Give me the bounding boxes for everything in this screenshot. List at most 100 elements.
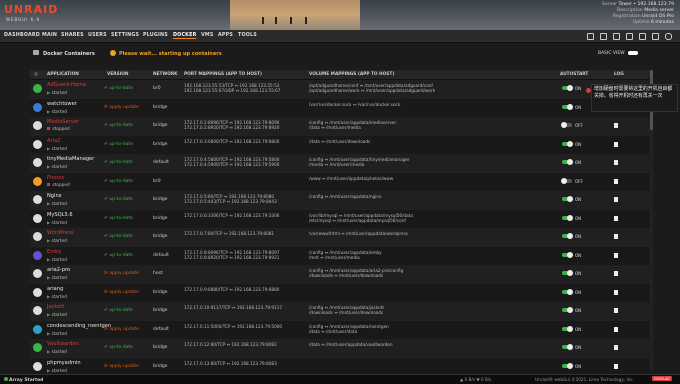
container-icon[interactable] — [33, 213, 42, 223]
info-icon[interactable] — [626, 33, 633, 40]
log-icon[interactable] — [614, 178, 618, 184]
container-name[interactable]: Aria2 — [47, 138, 60, 144]
container-name[interactable]: MySQL5.6 — [47, 212, 73, 218]
container-icon[interactable] — [33, 343, 42, 352]
version-status[interactable]: ⟳ apply update — [104, 105, 139, 110]
log-icon[interactable] — [614, 252, 618, 258]
table-row[interactable]: AdGuard-Home ▶ started ✔ up-to-date br0 192.… — [30, 80, 650, 99]
container-icon[interactable] — [33, 269, 42, 278]
unraid-logo[interactable]: UNRAID — [4, 3, 58, 16]
table-row[interactable]: Vaultwarden ▶ started ✔ up-to-date bridge 17… — [30, 339, 650, 358]
header-network[interactable]: NETWORK — [153, 72, 178, 77]
table-row[interactable]: aria2-pro ▶ started ⟳ apply update host/con… — [30, 265, 650, 284]
log-icon[interactable] — [614, 271, 618, 276]
version-status[interactable]: ⟳ apply update — [104, 271, 139, 276]
container-name[interactable]: condescending_roentgen — [47, 323, 111, 329]
version-status[interactable]: ⟳ apply update — [104, 327, 139, 332]
autostart-toggle[interactable] — [562, 325, 573, 332]
log-icon[interactable] — [614, 197, 618, 202]
header-log[interactable]: LOG — [614, 72, 624, 77]
tab-apps[interactable]: APPS — [218, 33, 233, 38]
terminal-icon[interactable] — [600, 33, 607, 40]
tab-settings[interactable]: SETTINGS — [111, 33, 139, 38]
container-name[interactable]: watchtower — [47, 101, 77, 107]
container-name[interactable]: MediaServer — [47, 119, 79, 125]
autostart-toggle[interactable] — [562, 288, 573, 295]
container-icon[interactable] — [33, 306, 42, 315]
version-status[interactable]: ⟳ apply update — [104, 364, 139, 369]
log-icon[interactable] — [614, 141, 618, 147]
log-icon[interactable] — [614, 308, 618, 313]
tab-vms[interactable]: VMS — [201, 33, 214, 38]
table-row[interactable]: condescending_roentgen ▶ started ⟳ apply u… — [30, 320, 650, 340]
log-icon[interactable] — [614, 345, 618, 350]
version-status[interactable]: ⟳ apply update — [104, 290, 139, 295]
log-icon[interactable] — [614, 123, 618, 128]
manual-badge[interactable]: manual — [652, 376, 672, 381]
container-name[interactable]: WordPress — [47, 230, 74, 236]
log-icon[interactable] — [614, 215, 618, 221]
autostart-toggle[interactable] — [562, 307, 573, 313]
container-icon[interactable] — [33, 158, 42, 167]
log-icon[interactable] — [639, 33, 646, 40]
header-application[interactable]: APPLICATION — [47, 72, 79, 77]
container-icon[interactable] — [33, 102, 42, 112]
tab-docker[interactable]: DOCKER — [173, 33, 197, 39]
autostart-toggle[interactable] — [562, 103, 573, 110]
header-ports[interactable]: PORT MAPPINGS (APP TO HOST) — [184, 72, 262, 77]
help-icon[interactable] — [652, 33, 659, 40]
container-name[interactable]: phpmyadmin — [47, 360, 81, 366]
table-row[interactable]: ariang ▶ started ⟳ apply update bridge 172.1… — [30, 283, 650, 303]
autostart-toggle[interactable] — [562, 270, 573, 276]
container-name[interactable]: Jackett — [47, 304, 64, 310]
container-icon[interactable] — [33, 84, 42, 93]
autostart-toggle[interactable] — [562, 344, 573, 350]
container-icon[interactable] — [33, 250, 42, 260]
table-row[interactable]: MediaServer stopped ✔ up-to-date bridge 172… — [30, 117, 650, 136]
header-autostart[interactable]: AUTOSTART — [560, 72, 588, 77]
tab-dashboard[interactable]: DASHBOARD — [4, 33, 40, 38]
container-name[interactable]: ariang — [47, 286, 63, 292]
container-name[interactable]: tinyMediaManager — [47, 156, 94, 162]
autostart-toggle[interactable] — [562, 85, 573, 91]
autostart-toggle[interactable] — [562, 196, 573, 202]
log-icon[interactable] — [614, 363, 618, 369]
tab-users[interactable]: USERS — [88, 33, 107, 38]
basic-view-toggle[interactable] — [628, 51, 638, 55]
container-icon[interactable] — [33, 195, 42, 204]
copyright[interactable]: Unraid® webGui ©2021, Lime Technology, I… — [535, 377, 634, 382]
container-icon[interactable] — [33, 176, 42, 186]
table-row[interactable]: MySQL5.6 ▶ started ✔ up-to-date bridge 172.1… — [30, 209, 650, 229]
table-row[interactable]: Emby ▶ started ✔ up-to-date default 172.17.0… — [30, 246, 650, 266]
scrollbar[interactable] — [650, 70, 653, 370]
log-icon[interactable] — [614, 234, 618, 239]
log-icon[interactable] — [614, 160, 618, 165]
container-icon[interactable] — [33, 287, 42, 297]
table-row[interactable]: tinyMediaManager ▶ started ✔ up-to-date def… — [30, 154, 650, 173]
autostart-toggle[interactable] — [561, 177, 572, 184]
container-name[interactable]: Vaultwarden — [47, 341, 79, 347]
logout-icon[interactable] — [587, 33, 594, 40]
container-icon[interactable] — [33, 139, 42, 149]
table-row[interactable]: Photos stopped ✔ up-to-date br0/www ↔ /mnt… — [30, 172, 650, 192]
select-all-icon[interactable]: ◎ — [34, 72, 38, 77]
container-name[interactable]: Nginx — [47, 193, 62, 199]
tab-main[interactable]: MAIN — [42, 33, 57, 38]
autostart-toggle[interactable] — [562, 159, 573, 165]
container-name[interactable]: AdGuard-Home — [47, 82, 86, 88]
container-icon[interactable] — [33, 324, 42, 334]
autostart-toggle[interactable] — [562, 140, 573, 147]
table-row[interactable]: Aria2 ▶ started ✔ up-to-date bridge 172.17.0… — [30, 135, 650, 155]
table-row[interactable]: WordPress ▶ started ✔ up-to-date bridge 172.… — [30, 228, 650, 247]
registration-value[interactable]: Unraid OS Pro — [642, 14, 674, 19]
table-row[interactable]: watchtower ▶ started ⟳ apply update bridge /… — [30, 98, 650, 118]
tab-shares[interactable]: SHARES — [61, 33, 84, 38]
autostart-toggle[interactable] — [561, 122, 572, 128]
notifications-icon[interactable] — [665, 33, 672, 40]
log-icon[interactable] — [614, 326, 618, 332]
log-icon[interactable] — [614, 289, 618, 295]
tab-plugins[interactable]: PLUGINS — [143, 33, 168, 38]
table-row[interactable]: Jackett ▶ started ✔ up-to-date bridge 172.17… — [30, 302, 650, 321]
container-name[interactable]: Photos — [47, 175, 64, 181]
autostart-toggle[interactable] — [562, 251, 573, 258]
